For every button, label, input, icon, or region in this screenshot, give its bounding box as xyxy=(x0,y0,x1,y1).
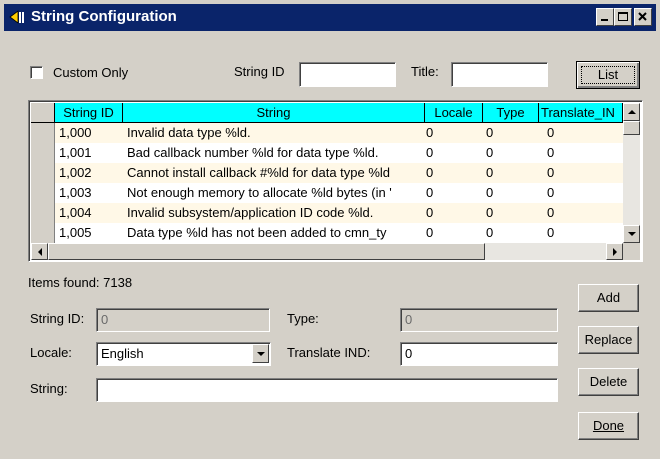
locale-select[interactable]: English xyxy=(96,342,271,366)
minimize-button[interactable] xyxy=(596,8,614,26)
grid-corner-header xyxy=(31,103,55,123)
maximize-button[interactable] xyxy=(614,8,632,26)
cell-translate-ind: 0 xyxy=(547,165,555,180)
cell-string-id: 1,000 xyxy=(59,125,92,140)
scroll-left-button[interactable] xyxy=(31,243,48,260)
cell-locale: 0 xyxy=(426,145,434,160)
string-label: String: xyxy=(30,381,68,396)
row-selector-column[interactable] xyxy=(31,123,55,243)
custom-only-label: Custom Only xyxy=(53,65,129,80)
locale-select-value: English xyxy=(101,346,144,361)
cell-string-id: 1,005 xyxy=(59,225,92,240)
cell-translate-ind: 0 xyxy=(547,125,555,140)
filter-string-id-input[interactable] xyxy=(299,62,396,87)
horizontal-scroll-track[interactable] xyxy=(31,243,623,260)
column-header-type[interactable]: Type xyxy=(483,103,539,123)
filter-string-id-label: String ID xyxy=(234,64,285,79)
cell-translate-ind: 0 xyxy=(547,225,555,240)
column-header-locale[interactable]: Locale xyxy=(425,103,483,123)
string-list-grid[interactable]: String ID String Locale Type Translate_I… xyxy=(28,100,643,262)
done-button-label: Done xyxy=(592,418,625,433)
table-row[interactable]: 1,000 Invalid data type %ld. 0 0 0 xyxy=(55,123,623,143)
custom-only-checkbox[interactable] xyxy=(30,66,43,79)
cell-translate-ind: 0 xyxy=(547,145,555,160)
string-id-label: String ID: xyxy=(30,311,85,326)
done-button[interactable]: Done xyxy=(578,412,639,440)
scroll-right-icon xyxy=(613,248,617,256)
cell-string: Bad callback number %ld for data type %l… xyxy=(127,145,379,160)
cell-string: Not enough memory to allocate %ld bytes … xyxy=(127,185,392,200)
cell-type: 0 xyxy=(486,225,494,240)
close-button[interactable] xyxy=(634,8,652,26)
cell-locale: 0 xyxy=(426,185,434,200)
translate-ind-label: Translate IND: xyxy=(287,345,371,360)
scroll-down-button[interactable] xyxy=(623,225,640,243)
list-button[interactable]: List xyxy=(576,61,640,89)
delete-button-label: Delete xyxy=(589,374,628,389)
cell-string-id: 1,002 xyxy=(59,165,92,180)
replace-button[interactable]: Replace xyxy=(578,326,639,354)
cell-translate-ind: 0 xyxy=(547,205,555,220)
string-field[interactable] xyxy=(96,378,558,402)
minimize-icon xyxy=(601,19,608,21)
vertical-scroll-thumb[interactable] xyxy=(623,121,640,135)
table-row[interactable]: 1,003 Not enough memory to allocate %ld … xyxy=(55,183,623,203)
maximize-icon xyxy=(618,12,628,21)
column-header-string[interactable]: String xyxy=(123,103,425,123)
string-configuration-window: String Configuration Custom Only String … xyxy=(0,0,660,459)
type-label: Type: xyxy=(287,311,319,326)
close-icon xyxy=(638,12,647,21)
cell-string-id: 1,001 xyxy=(59,145,92,160)
window-title: String Configuration xyxy=(31,8,177,25)
scroll-right-button[interactable] xyxy=(606,243,623,260)
cell-translate-ind: 0 xyxy=(547,185,555,200)
table-row[interactable]: 1,005 Data type %ld has not been added t… xyxy=(55,223,623,243)
delete-button[interactable]: Delete xyxy=(578,368,639,396)
scroll-down-icon xyxy=(628,232,636,236)
table-row[interactable]: 1,004 Invalid subsystem/application ID c… xyxy=(55,203,623,223)
cell-locale: 0 xyxy=(426,225,434,240)
cell-type: 0 xyxy=(486,185,494,200)
locale-dropdown-button[interactable] xyxy=(252,344,269,363)
cell-string-id: 1,004 xyxy=(59,205,92,220)
cell-type: 0 xyxy=(486,165,494,180)
horizontal-scroll-thumb[interactable] xyxy=(48,243,485,260)
app-icon xyxy=(9,9,27,26)
scrollbar-corner xyxy=(623,243,640,260)
cell-locale: 0 xyxy=(426,125,434,140)
scroll-up-icon xyxy=(628,110,636,114)
items-found-label: Items found: 7138 xyxy=(28,275,133,290)
column-header-string-id[interactable]: String ID xyxy=(55,103,123,123)
filter-title-label: Title: xyxy=(411,64,439,79)
cell-type: 0 xyxy=(486,145,494,160)
table-row[interactable]: 1,002 Cannot install callback #%ld for d… xyxy=(55,163,623,183)
type-field[interactable]: 0 xyxy=(400,308,558,332)
cell-string: Data type %ld has not been added to cmn_… xyxy=(127,225,387,240)
add-button[interactable]: Add xyxy=(578,284,639,312)
dropdown-arrow-icon xyxy=(257,352,265,356)
table-row[interactable]: 1,001 Bad callback number %ld for data t… xyxy=(55,143,623,163)
add-button-label: Add xyxy=(596,290,621,305)
cell-type: 0 xyxy=(486,125,494,140)
translate-ind-field[interactable]: 0 xyxy=(400,342,558,366)
title-bar[interactable]: String Configuration xyxy=(4,4,656,31)
cell-type: 0 xyxy=(486,205,494,220)
list-button-label: List xyxy=(597,67,619,82)
cell-locale: 0 xyxy=(426,205,434,220)
cell-string: Cannot install callback #%ld for data ty… xyxy=(127,165,391,180)
string-id-field[interactable]: 0 xyxy=(96,308,270,332)
scroll-up-button[interactable] xyxy=(623,103,640,121)
cell-string: Invalid subsystem/application ID code %l… xyxy=(127,205,374,220)
replace-button-label: Replace xyxy=(584,332,633,347)
vertical-scroll-track[interactable] xyxy=(623,121,640,233)
cell-locale: 0 xyxy=(426,165,434,180)
locale-label: Locale: xyxy=(30,345,72,360)
column-header-translate-ind[interactable]: Translate_IN xyxy=(539,103,623,123)
cell-string: Invalid data type %ld. xyxy=(127,125,251,140)
filter-title-input[interactable] xyxy=(451,62,548,87)
scroll-left-icon xyxy=(38,248,42,256)
cell-string-id: 1,003 xyxy=(59,185,92,200)
